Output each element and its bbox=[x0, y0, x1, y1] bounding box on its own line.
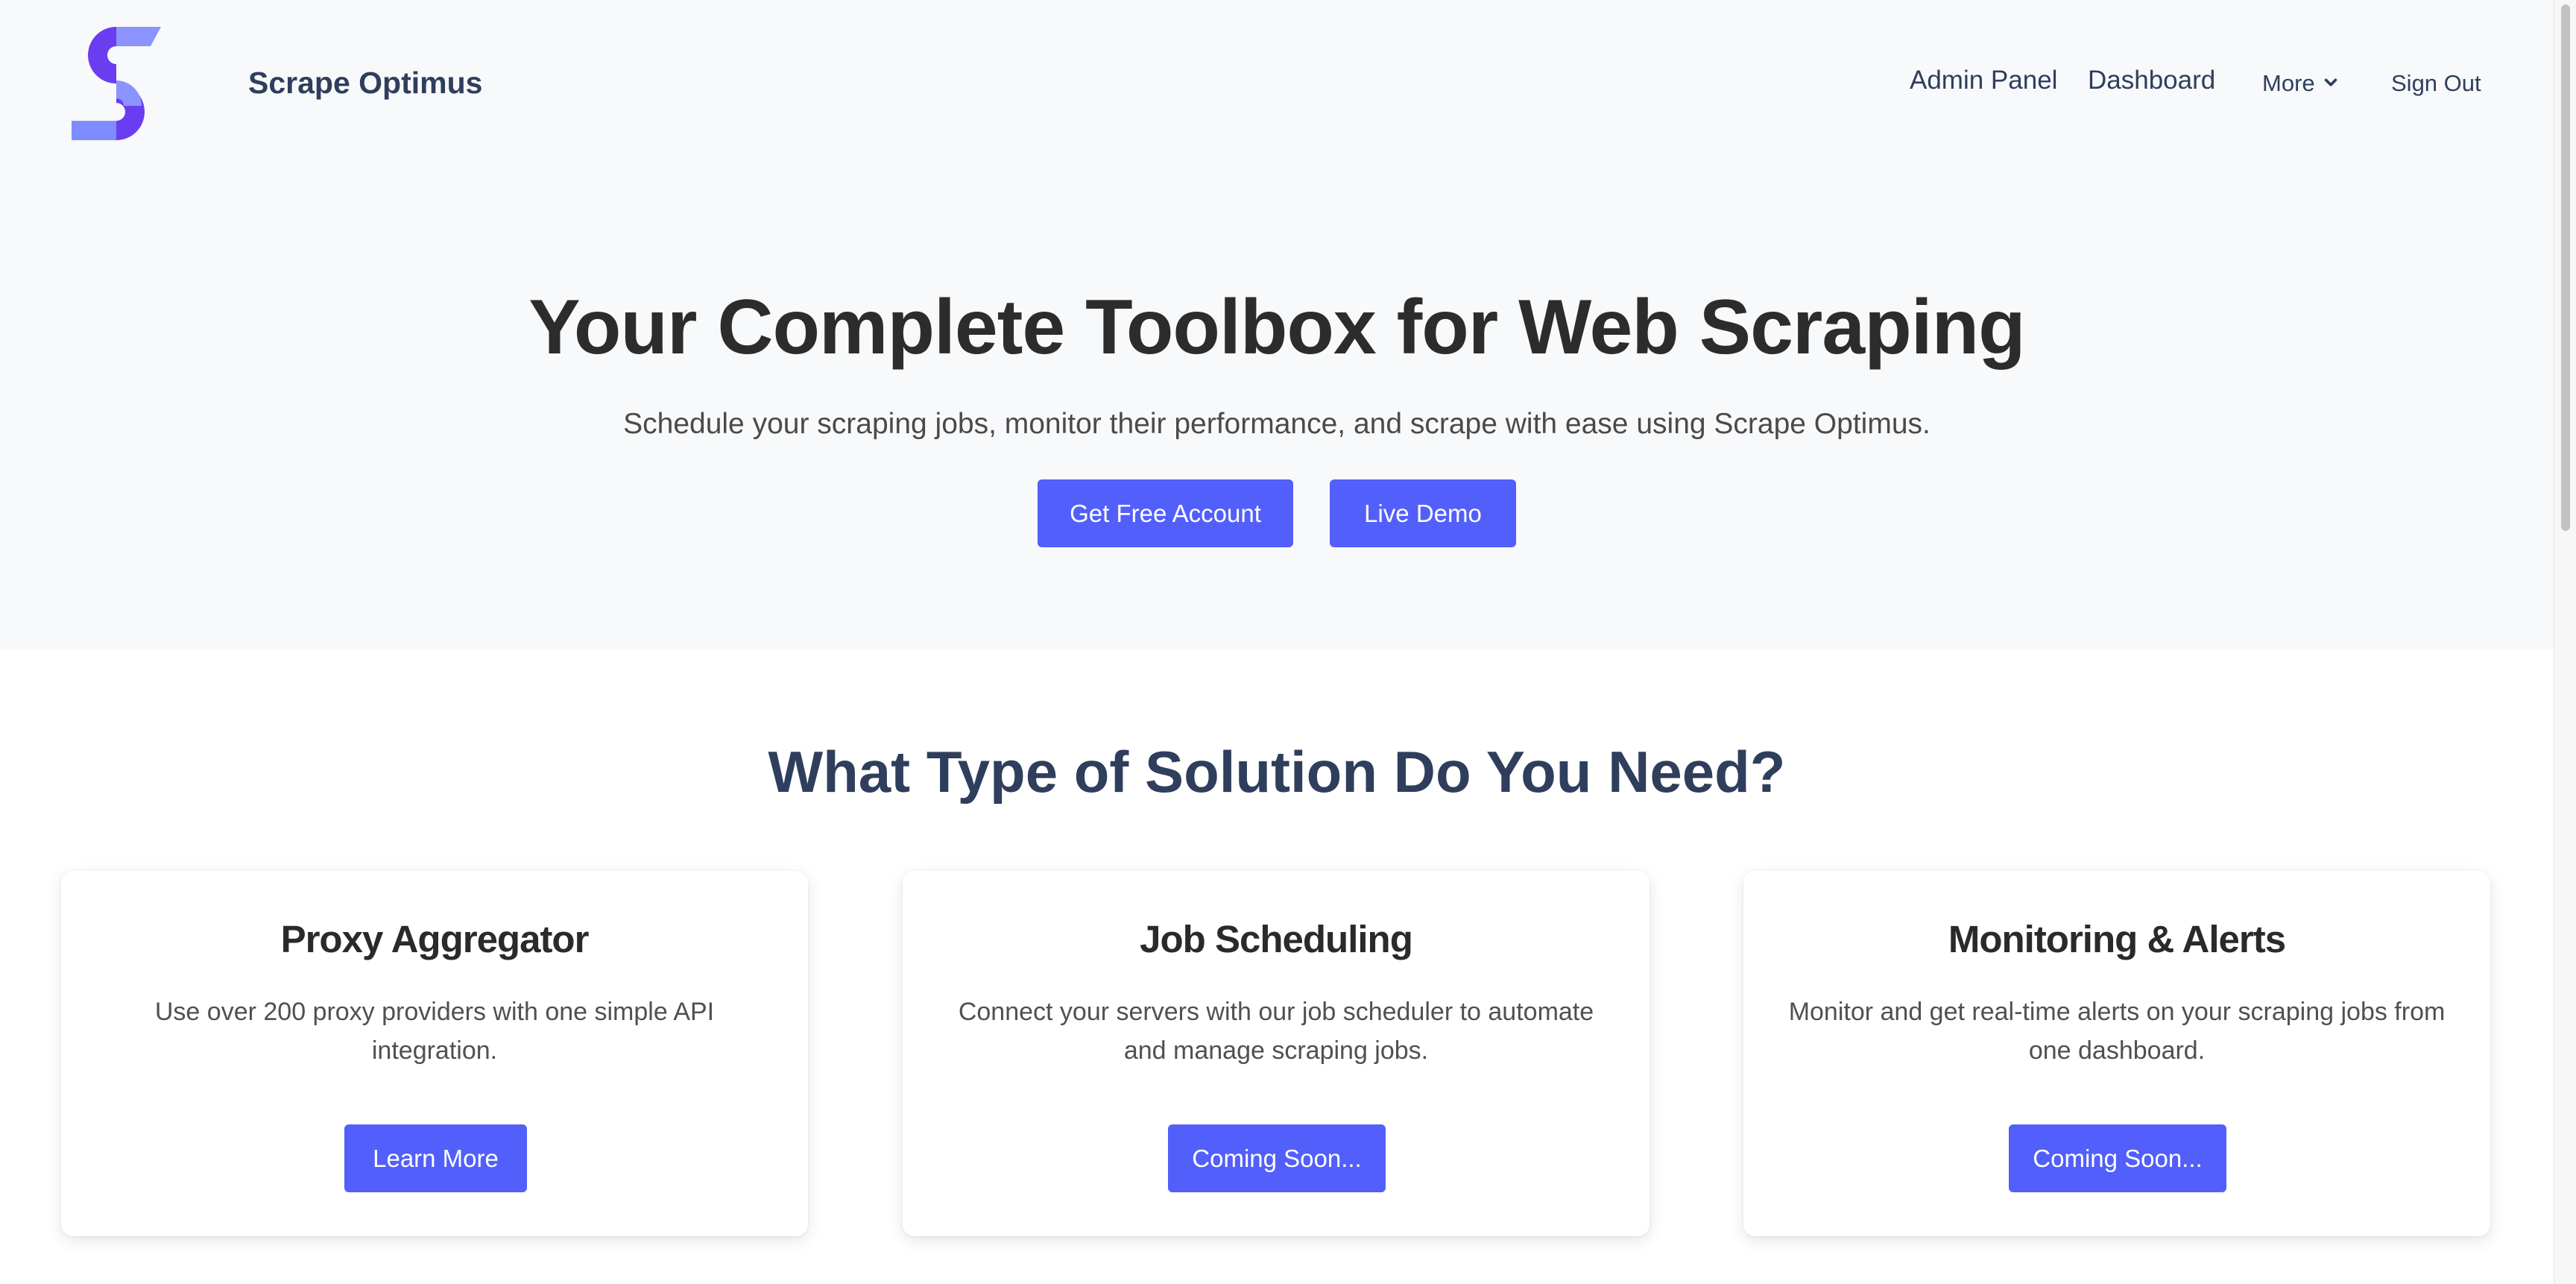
card-title: Job Scheduling bbox=[1140, 918, 1413, 960]
card-title: Monitoring & Alerts bbox=[1948, 918, 2286, 960]
hero-subtitle: Schedule your scraping jobs, monitor the… bbox=[623, 408, 1931, 440]
vertical-scrollbar[interactable] bbox=[2554, 0, 2576, 1284]
card-description: Connect your servers with our job schedu… bbox=[958, 998, 1594, 1065]
navbar: Scrape Optimus Admin Panel Dashboard Mor… bbox=[0, 0, 2554, 168]
card-title: Proxy Aggregator bbox=[280, 918, 590, 960]
brand-name[interactable]: Scrape Optimus bbox=[248, 66, 482, 101]
nav-sign-out-link[interactable]: Sign Out bbox=[2391, 70, 2481, 97]
get-free-account-button[interactable]: Get Free Account bbox=[1038, 479, 1293, 547]
proxy-aggregator-card: Proxy Aggregator Use over 200 proxy prov… bbox=[61, 871, 808, 1236]
scrollbar-thumb[interactable] bbox=[2561, 4, 2570, 531]
learn-more-button[interactable]: Learn More bbox=[344, 1124, 527, 1192]
coming-soon-button[interactable]: Coming Soon... bbox=[2009, 1124, 2226, 1192]
job-scheduling-card: Job Scheduling Connect your servers with… bbox=[903, 871, 1650, 1236]
live-demo-button[interactable]: Live Demo bbox=[1330, 479, 1516, 547]
nav-dashboard-link[interactable]: Dashboard bbox=[2088, 66, 2215, 95]
nav-more-label: More bbox=[2262, 70, 2315, 96]
hero-title: Your Complete Toolbox for Web Scraping bbox=[528, 284, 2025, 371]
card-description: Monitor and get real-time alerts on your… bbox=[1788, 998, 2446, 1065]
chevron-down-icon bbox=[2323, 70, 2339, 97]
coming-soon-button[interactable]: Coming Soon... bbox=[1168, 1124, 1386, 1192]
nav-more-dropdown[interactable]: More bbox=[2262, 70, 2339, 97]
scrape-optimus-logo-icon[interactable] bbox=[72, 27, 161, 140]
monitoring-alerts-card: Monitoring & Alerts Monitor and get real… bbox=[1743, 871, 2490, 1236]
nav-admin-panel-link[interactable]: Admin Panel bbox=[1910, 66, 2057, 95]
page: Scrape Optimus Admin Panel Dashboard Mor… bbox=[0, 0, 2554, 1284]
card-description: Use over 200 proxy providers with one si… bbox=[154, 998, 715, 1065]
solutions-title: What Type of Solution Do You Need? bbox=[768, 739, 1786, 805]
